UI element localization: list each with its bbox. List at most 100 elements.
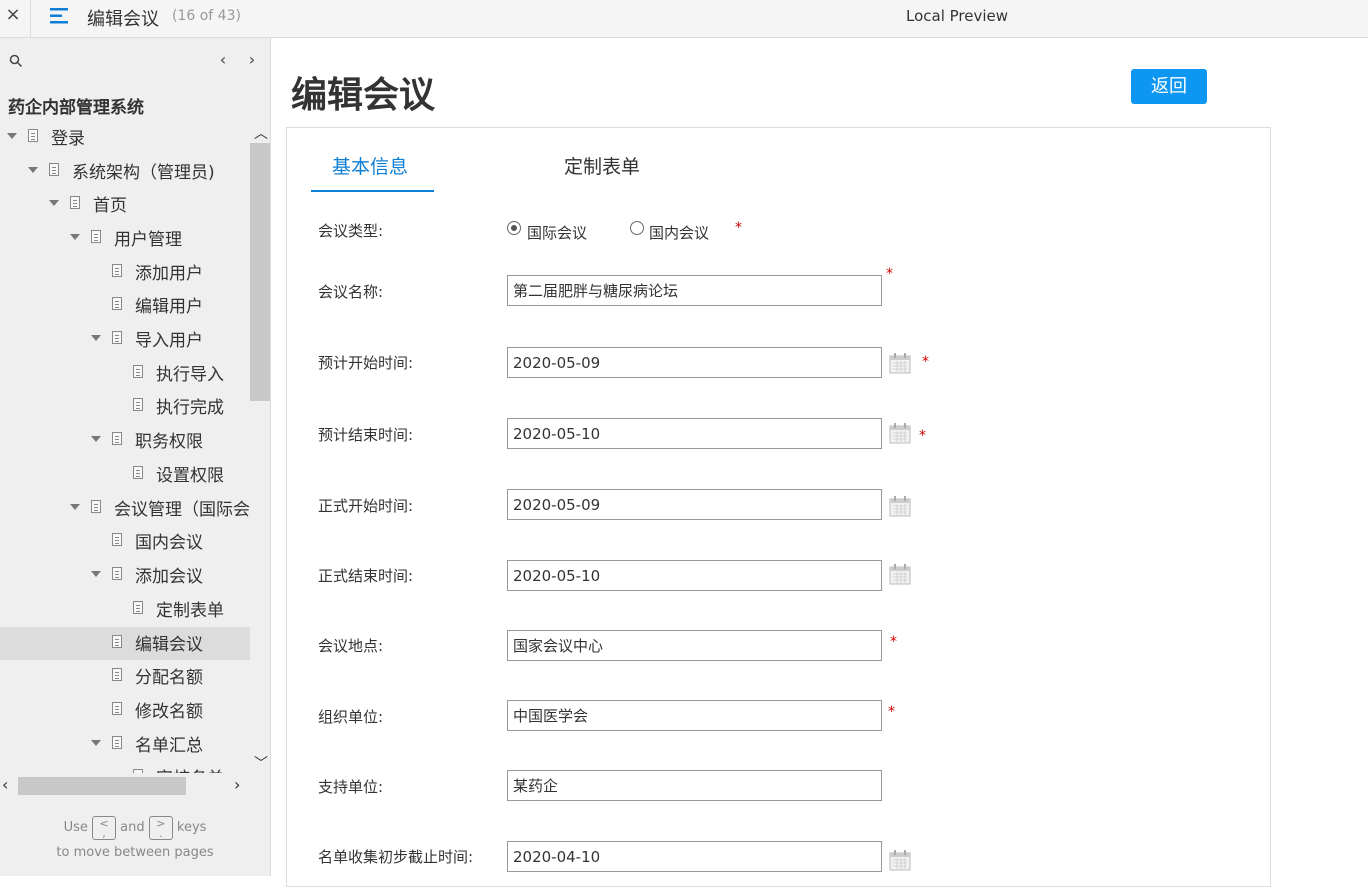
tree-item-label: 职务权限 bbox=[135, 432, 203, 452]
tree-item-label: 系统架构（管理员) bbox=[72, 163, 215, 183]
calendar-icon[interactable] bbox=[889, 849, 911, 871]
meeting-name-input[interactable] bbox=[507, 275, 882, 306]
collapse-arrow-icon[interactable] bbox=[91, 436, 101, 442]
tree-item-edit-user[interactable]: 编辑用户 bbox=[0, 289, 250, 322]
search-icon[interactable] bbox=[9, 54, 23, 68]
keyboard-hint: Use < , and > . keys to move between pag… bbox=[0, 815, 270, 865]
tree-item-add-meeting[interactable]: 添加会议 bbox=[0, 559, 250, 592]
hint-keys: keys bbox=[176, 820, 207, 835]
page-icon bbox=[133, 769, 143, 773]
deadline-input[interactable] bbox=[507, 841, 882, 872]
scroll-right-icon[interactable]: › bbox=[234, 775, 240, 794]
radio-international[interactable] bbox=[507, 221, 521, 235]
scroll-thumb[interactable] bbox=[18, 777, 186, 795]
tree-item-label: 编辑会议 bbox=[135, 635, 203, 655]
supporter-input[interactable] bbox=[507, 770, 882, 801]
tree-item-set-permissions[interactable]: 设置权限 bbox=[0, 458, 250, 491]
scroll-thumb[interactable] bbox=[250, 143, 270, 401]
tree-item-label: 用户管理 bbox=[114, 230, 182, 250]
official-end-label: 正式结束时间: bbox=[318, 567, 414, 585]
location-input[interactable] bbox=[507, 630, 882, 661]
tree-item-user-management[interactable]: 用户管理 bbox=[0, 222, 250, 255]
tree-item-label: 添加用户 bbox=[135, 264, 203, 284]
page-count: (16 of 43) bbox=[172, 8, 241, 24]
next-page-button[interactable]: › bbox=[244, 50, 260, 70]
page-icon bbox=[112, 264, 122, 277]
official-start-input[interactable] bbox=[507, 489, 882, 520]
prev-page-button[interactable]: ‹ bbox=[215, 50, 231, 70]
supporter-label: 支持单位: bbox=[318, 778, 384, 796]
active-tab-indicator bbox=[311, 190, 434, 192]
preview-title: Local Preview bbox=[906, 7, 1009, 25]
organizer-input[interactable] bbox=[507, 700, 882, 731]
scroll-down-icon[interactable]: ﹀ bbox=[254, 753, 268, 773]
collapse-arrow-icon[interactable] bbox=[91, 740, 101, 746]
collapse-arrow-icon[interactable] bbox=[70, 504, 80, 510]
tree-item-label: 审核名单 bbox=[156, 764, 224, 773]
tree-item-label: 会议管理（国际会 bbox=[114, 500, 250, 520]
required-mark: * bbox=[886, 266, 893, 282]
official-end-input[interactable] bbox=[507, 560, 882, 591]
divider bbox=[30, 0, 31, 38]
tab-basic-info[interactable]: 基本信息 bbox=[332, 152, 408, 179]
vertical-scrollbar[interactable]: ︿ ﹀ bbox=[250, 121, 270, 773]
page-icon bbox=[91, 230, 101, 243]
collapse-arrow-icon[interactable] bbox=[49, 200, 59, 206]
organizer-label: 组织单位: bbox=[318, 708, 384, 726]
tree-item-custom-form[interactable]: 定制表单 bbox=[0, 593, 250, 626]
page-icon bbox=[112, 635, 122, 648]
calendar-icon[interactable] bbox=[889, 422, 911, 444]
calendar-icon[interactable] bbox=[889, 495, 911, 517]
page-icon bbox=[133, 466, 143, 479]
tree-item-domestic-meeting[interactable]: 国内会议 bbox=[0, 525, 250, 558]
tree-item-add-user[interactable]: 添加用户 bbox=[0, 256, 250, 289]
calendar-icon[interactable] bbox=[889, 352, 911, 374]
tree-item-review-list[interactable]: 审核名单 bbox=[0, 761, 250, 773]
tree-item-login[interactable]: 登录 bbox=[0, 121, 250, 154]
horizontal-scrollbar[interactable]: ‹ › bbox=[0, 775, 250, 797]
close-button[interactable]: × bbox=[0, 0, 26, 32]
tree-item-label: 名单汇总 bbox=[135, 736, 203, 756]
radio-domestic[interactable] bbox=[630, 221, 644, 235]
collapse-arrow-icon[interactable] bbox=[70, 234, 80, 240]
tree-item-execute-done[interactable]: 执行完成 bbox=[0, 390, 250, 423]
project-title: 药企内部管理系统 bbox=[8, 98, 144, 118]
collapse-arrow-icon[interactable] bbox=[91, 571, 101, 577]
collapse-arrow-icon[interactable] bbox=[7, 133, 17, 139]
tree-item-execute-import[interactable]: 执行导入 bbox=[0, 357, 250, 390]
tab-custom-form[interactable]: 定制表单 bbox=[564, 152, 640, 179]
planned-end-input[interactable] bbox=[507, 418, 882, 449]
tree-item-roles[interactable]: 职务权限 bbox=[0, 424, 250, 457]
tree-item-label: 导入用户 bbox=[135, 331, 203, 351]
main-content: 编辑会议 返回 基本信息 定制表单 会议类型: 国际会议 国内会议 * 会议名称… bbox=[271, 38, 1368, 887]
tree-item-architecture[interactable]: 系统架构（管理员) bbox=[0, 155, 250, 188]
page-icon bbox=[49, 163, 59, 176]
location-label: 会议地点: bbox=[318, 637, 384, 655]
tree-item-modify-quota[interactable]: 修改名额 bbox=[0, 694, 250, 727]
radio-international-label[interactable]: 国际会议 bbox=[527, 222, 587, 243]
tree-item-import-user[interactable]: 导入用户 bbox=[0, 323, 250, 356]
tree-item-list-summary[interactable]: 名单汇总 bbox=[0, 728, 250, 761]
tree-item-label: 设置权限 bbox=[156, 466, 224, 486]
tree-item-edit-meeting[interactable]: 编辑会议 bbox=[0, 627, 250, 660]
hint-use: Use bbox=[63, 820, 88, 835]
tree-item-home[interactable]: 首页 bbox=[0, 188, 250, 221]
radio-domestic-label[interactable]: 国内会议 bbox=[649, 222, 709, 243]
menu-icon[interactable] bbox=[49, 6, 71, 26]
tree-item-meeting-management[interactable]: 会议管理（国际会 bbox=[0, 492, 250, 525]
calendar-icon[interactable] bbox=[889, 563, 911, 585]
hint-and: and bbox=[120, 820, 145, 835]
tree-item-assign-quota[interactable]: 分配名额 bbox=[0, 660, 250, 693]
meeting-type-label: 会议类型: bbox=[318, 222, 384, 240]
scroll-left-icon[interactable]: ‹ bbox=[2, 775, 8, 794]
deadline-label: 名单收集初步截止时间: bbox=[318, 848, 474, 866]
page-icon bbox=[112, 533, 122, 546]
collapse-arrow-icon[interactable] bbox=[28, 167, 38, 173]
page-icon bbox=[28, 129, 38, 142]
tree-item-label: 分配名额 bbox=[135, 668, 203, 688]
back-button[interactable]: 返回 bbox=[1131, 69, 1207, 104]
required-mark: * bbox=[890, 634, 897, 650]
scroll-up-icon[interactable]: ︿ bbox=[254, 123, 268, 143]
planned-start-input[interactable] bbox=[507, 347, 882, 378]
collapse-arrow-icon[interactable] bbox=[91, 335, 101, 341]
